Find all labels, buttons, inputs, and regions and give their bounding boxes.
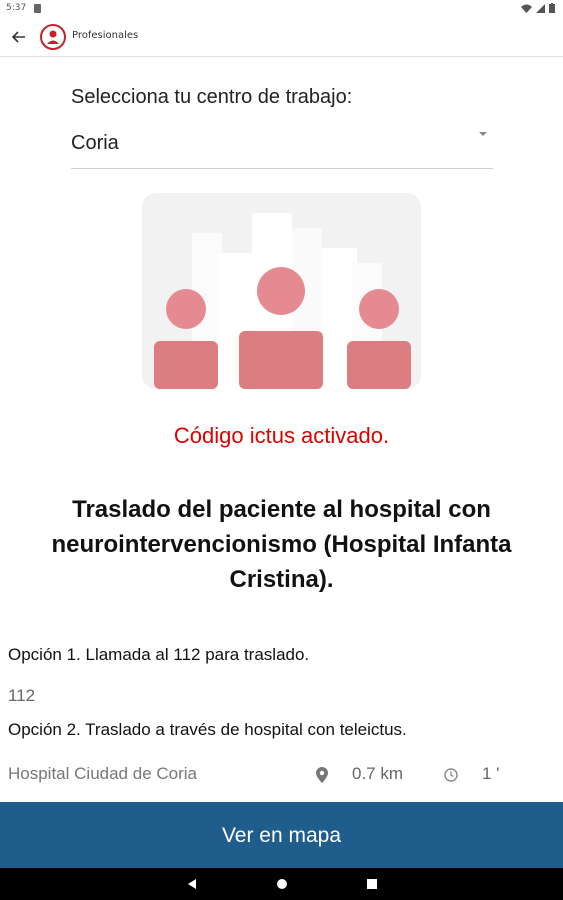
transfer-headline: Traslado del paciente al hospital con ne… — [51, 496, 512, 593]
app-logo — [40, 24, 66, 50]
dropdown-arrow-icon — [479, 132, 487, 136]
option-1-text: Opción 1. Llamada al 112 para traslado. — [8, 645, 310, 664]
status-message: Código ictus activado. — [173, 423, 390, 448]
center-select-label: Selecciona tu centro de trabajo: — [71, 86, 353, 108]
hospital-distance: 0.7 km — [352, 764, 404, 783]
wifi-icon — [521, 4, 532, 13]
back-arrow-icon[interactable] — [8, 26, 30, 48]
sim-icon — [34, 4, 41, 13]
hospital-row[interactable]: Hospital Ciudad de Coria 0.7 km 1 ' — [8, 764, 553, 788]
emergency-phone-link[interactable]: 112 — [8, 686, 35, 706]
option-2-text: Opción 2. Traslado a través de hospital … — [8, 720, 407, 739]
hospital-name: Hospital Ciudad de Coria — [8, 764, 197, 783]
center-select[interactable]: Coria — [71, 122, 493, 169]
view-map-button[interactable]: Ver en mapa — [0, 802, 563, 868]
hospital-travel-time: 1 ' — [482, 764, 500, 783]
status-bar: 5:37 — [0, 0, 563, 18]
center-select-value: Coria — [71, 132, 119, 154]
nav-back-icon[interactable] — [184, 876, 200, 892]
doctors-illustration — [142, 193, 421, 389]
app-bar: Profesionales — [0, 18, 563, 57]
app-title: Profesionales — [72, 30, 139, 41]
system-nav-bar — [0, 868, 563, 900]
battery-icon — [549, 3, 555, 13]
clock-icon — [444, 768, 458, 782]
location-pin-icon — [316, 767, 328, 783]
signal-icon — [536, 3, 545, 13]
clock-time: 5:37 — [6, 3, 27, 13]
nav-home-icon[interactable] — [274, 876, 290, 892]
nav-recents-icon[interactable] — [364, 876, 380, 892]
